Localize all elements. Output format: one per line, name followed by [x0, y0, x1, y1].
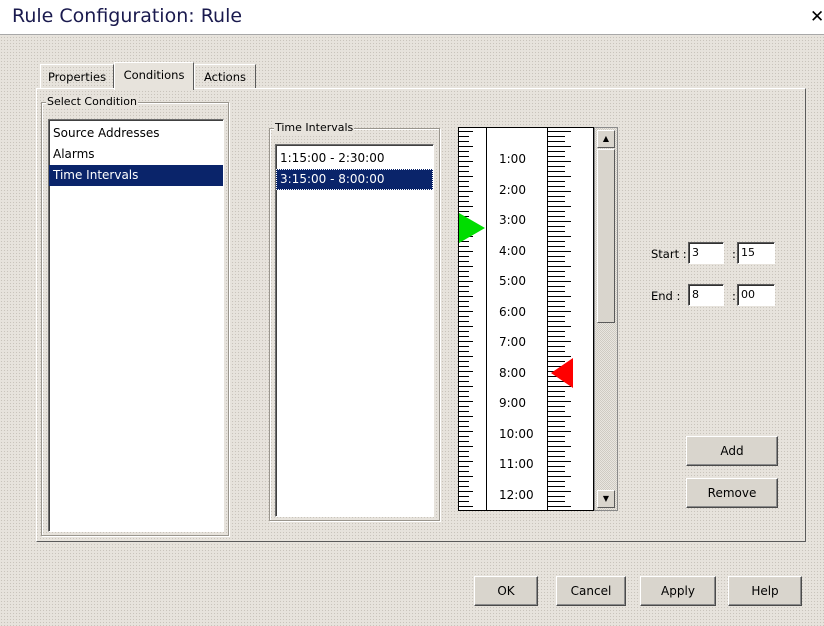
list-item-time-intervals[interactable]: Time Intervals — [49, 165, 223, 186]
condition-list[interactable]: Source Addresses Alarms Time Intervals — [48, 119, 224, 532]
close-icon[interactable]: ✕ — [810, 8, 824, 26]
tab-actions[interactable]: Actions — [194, 64, 256, 88]
window-title: Rule Configuration: Rule — [12, 5, 243, 27]
time-interval-list[interactable]: 1:15:00 - 2:30:00 3:15:00 - 8:00:00 — [275, 144, 434, 517]
list-item-source-addresses[interactable]: Source Addresses — [49, 123, 223, 144]
time-intervals-group: Time Intervals 1:15:00 - 2:30:00 3:15:00… — [269, 121, 440, 521]
select-condition-title: Select Condition — [46, 95, 138, 108]
apply-button[interactable]: Apply — [640, 576, 716, 606]
title-bar: Rule Configuration: Rule ✕ — [0, 0, 824, 35]
conditions-tab-panel: Select Condition Source Addresses Alarms… — [36, 88, 806, 542]
tab-conditions[interactable]: Conditions — [114, 62, 194, 90]
list-item-interval-2[interactable]: 3:15:00 - 8:00:00 — [276, 169, 433, 190]
help-button[interactable]: Help — [728, 576, 802, 606]
time-intervals-title: Time Intervals — [274, 121, 355, 134]
tab-properties[interactable]: Properties — [40, 64, 114, 88]
select-condition-group: Select Condition Source Addresses Alarms… — [41, 95, 229, 536]
cancel-button[interactable]: Cancel — [556, 576, 626, 606]
list-item-alarms[interactable]: Alarms — [49, 144, 223, 165]
list-item-interval-1[interactable]: 1:15:00 - 2:30:00 — [276, 148, 433, 169]
ok-button[interactable]: OK — [474, 576, 538, 606]
